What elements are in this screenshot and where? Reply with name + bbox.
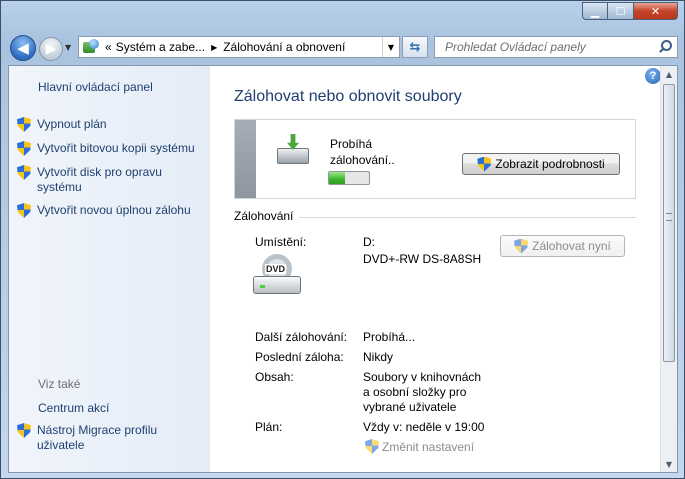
sidebar-link-label: Nástroj Migrace profilu uživatele — [37, 423, 158, 452]
scroll-up-icon[interactable]: ▲ — [661, 66, 677, 82]
backup-progress-bar — [328, 171, 370, 185]
forward-button[interactable]: ▶ — [39, 37, 63, 61]
uac-shield-icon — [17, 141, 31, 156]
see-also-heading: Viz také — [38, 377, 81, 391]
back-up-now-button[interactable]: Zálohovat nyní — [500, 235, 625, 257]
last-backup-value: Nikdy — [363, 350, 394, 364]
search-icon[interactable] — [657, 40, 672, 54]
status-line-2: zálohování.. — [330, 153, 395, 167]
contents-line-3: vybrané uživatele — [363, 400, 457, 414]
sidebar-task-label: Vytvořit bitovou kopii systému — [37, 141, 195, 155]
status-strip — [235, 120, 256, 198]
maximize-button[interactable]: ☐ — [608, 2, 634, 20]
sidebar-task-label: Vytvořit novou úplnou zálohu — [37, 203, 191, 217]
address-dropdown-icon[interactable]: ▼ — [382, 37, 399, 57]
uac-shield-icon — [17, 165, 31, 180]
main-panel: Zálohovat nebo obnovit soubory Probíhá z… — [209, 66, 661, 472]
breadcrumb-separator-icon[interactable]: ▶ — [207, 43, 221, 52]
location-device: DVD+-RW DS-8A8SH — [363, 252, 482, 266]
back-up-now-label: Zálohovat nyní — [532, 239, 611, 253]
sidebar-link-action-center[interactable]: Centrum akcí — [38, 401, 109, 416]
change-settings-link[interactable]: Změnit nastavení — [365, 439, 474, 454]
contents-line-2: a osobní složky pro — [363, 385, 467, 399]
change-settings-label: Změnit nastavení — [382, 439, 475, 454]
schedule-value: Vždy v: neděle v 19:00 — [363, 420, 485, 434]
uac-shield-icon — [17, 117, 31, 132]
help-icon[interactable]: ? — [645, 68, 661, 84]
sidebar-task-turn-off-schedule[interactable]: Vypnout plán — [17, 117, 207, 132]
dvd-drive-icon: DVD — [252, 254, 302, 304]
address-bar[interactable]: « Systém a zabe... ▶ Zálohování a obnove… — [78, 36, 400, 58]
refresh-button[interactable]: ⇆ — [402, 36, 428, 58]
sidebar-task-create-repair-disc[interactable]: Vytvořit disk pro opravu systému — [17, 165, 187, 195]
next-backup-value: Probíhá... — [363, 330, 416, 344]
breadcrumb-backup-restore[interactable]: Zálohování a obnovení — [221, 40, 347, 54]
contents-line-1: Soubory v knihovnách — [363, 370, 482, 384]
sidebar-link-migration-tool[interactable]: Nástroj Migrace profilu uživatele — [17, 423, 177, 453]
uac-shield-icon — [365, 439, 379, 454]
backup-section-title: Zálohování — [234, 209, 294, 223]
next-backup-label: Další zálohování: — [255, 330, 348, 344]
schedule-label: Plán: — [255, 420, 283, 434]
uac-shield-icon — [17, 423, 31, 438]
location-drive: D: — [363, 235, 375, 249]
title-bar-buttons: ▁ ☐ ✕ — [582, 2, 678, 20]
breadcrumb-system-security[interactable]: Systém a zabe... — [114, 40, 207, 54]
scroll-down-icon[interactable]: ▼ — [661, 456, 677, 472]
sidebar-link-control-panel-home[interactable]: Hlavní ovládací panel — [38, 80, 153, 95]
view-details-button[interactable]: Zobrazit podrobnosti — [462, 153, 620, 175]
uac-shield-icon — [514, 239, 528, 254]
window: ▁ ☐ ✕ ◀ ▶ ▼ « Systém a zabe... ▶ Zálohov… — [0, 0, 685, 479]
control-panel-icon — [82, 39, 100, 55]
recent-pages-dropdown[interactable]: ▼ — [65, 43, 71, 52]
arrow-right-icon: ▶ — [45, 41, 57, 57]
sidebar: Hlavní ovládací panel Vypnout plán Vytvo… — [9, 66, 210, 472]
navigation-bar: ◀ ▶ ▼ « Systém a zabe... ▶ Zálohování a … — [1, 31, 684, 65]
status-line-1: Probíhá — [330, 137, 373, 151]
contents-value: Soubory v knihovnách a osobní složky pro… — [363, 370, 481, 415]
section-divider — [299, 217, 636, 218]
address-overflow-chevron[interactable]: « — [103, 40, 114, 54]
search-box — [434, 36, 678, 58]
scrollbar-thumb[interactable] — [663, 84, 675, 362]
arrow-left-icon: ◀ — [17, 39, 29, 57]
location-label: Umístění: — [255, 235, 307, 249]
sidebar-task-create-full-backup[interactable]: Vytvořit novou úplnou zálohu — [17, 203, 207, 218]
sidebar-task-label: Vytvořit disk pro opravu systému — [37, 165, 162, 194]
search-input[interactable] — [443, 39, 657, 55]
contents-label: Obsah: — [255, 370, 294, 384]
page-title: Zálohovat nebo obnovit soubory — [234, 88, 462, 105]
sidebar-task-label: Vypnout plán — [37, 117, 107, 131]
refresh-icon: ⇆ — [409, 39, 421, 55]
status-text: Probíhá zálohování.. — [330, 136, 395, 168]
sidebar-task-create-system-image[interactable]: Vytvořit bitovou kopii systému — [17, 141, 207, 156]
backup-status-box: Probíhá zálohování.. Zobrazit podrobnost… — [234, 119, 636, 199]
uac-shield-icon — [17, 203, 31, 218]
back-button[interactable]: ◀ — [10, 35, 36, 61]
progress-fill — [329, 172, 345, 184]
minimize-button[interactable]: ▁ — [582, 2, 608, 20]
last-backup-label: Poslední záloha: — [255, 350, 344, 364]
backup-in-progress-icon — [277, 134, 309, 164]
close-button[interactable]: ✕ — [634, 2, 678, 20]
dvd-icon-label: DVD — [265, 264, 287, 274]
uac-shield-icon — [477, 157, 491, 172]
content-area: Hlavní ovládací panel Vypnout plán Vytvo… — [8, 65, 678, 473]
view-details-label: Zobrazit podrobnosti — [495, 157, 605, 171]
vertical-scrollbar[interactable]: ▲ ▼ — [660, 66, 677, 472]
